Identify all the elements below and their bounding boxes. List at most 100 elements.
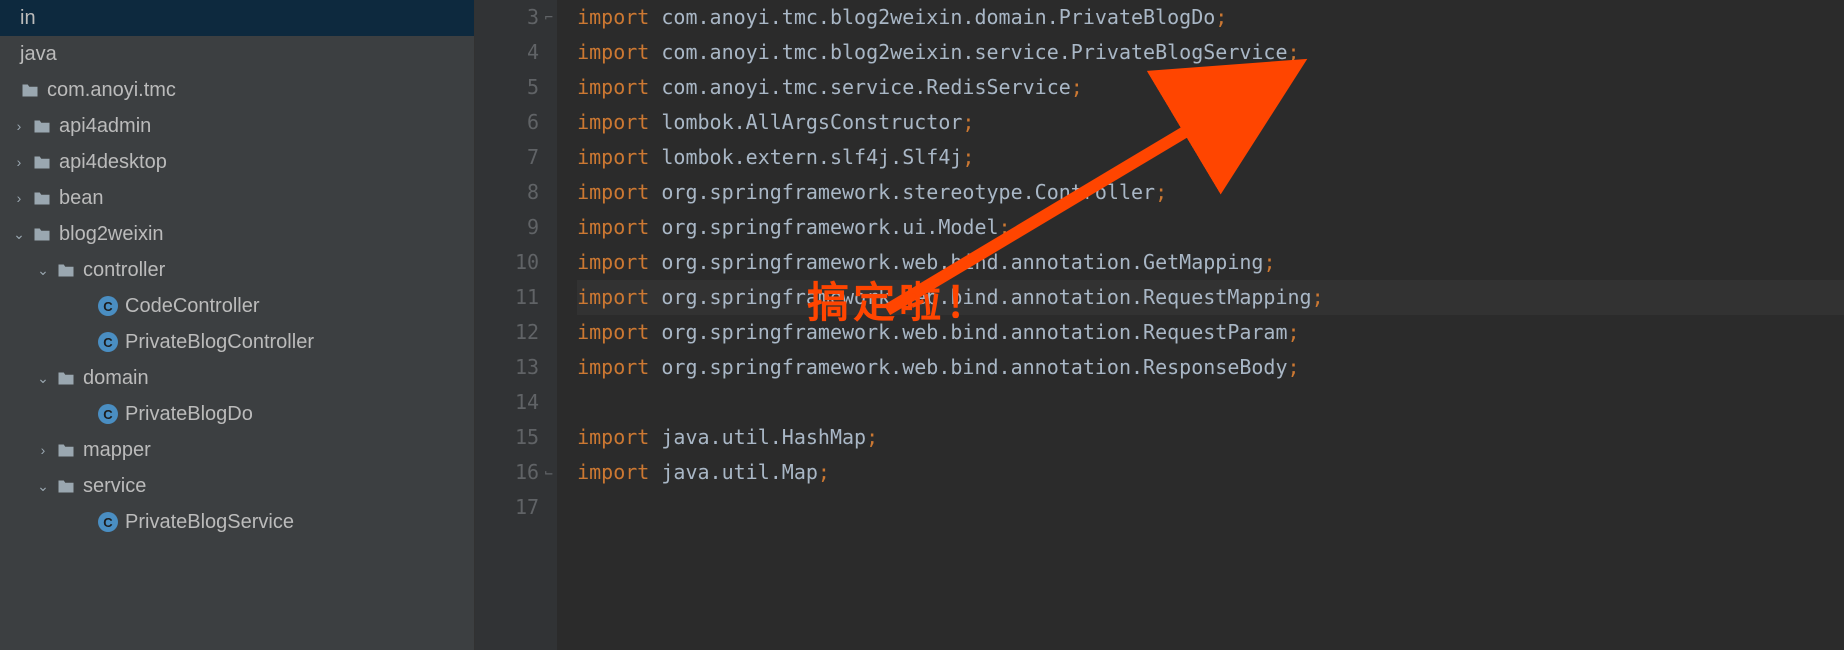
line-number: 11 [515,280,539,315]
code-editor[interactable]: 3⌐45678910111213141516⌙17 搞定啦！ import co… [475,0,1844,650]
folder-icon [56,368,76,388]
code-line[interactable]: import java.util.HashMap; [577,420,1844,455]
class-icon: C [98,404,118,424]
tree-item-label: blog2weixin [59,223,164,246]
import-path: org.springframework.ui.Model [649,215,998,239]
line-number: 12 [515,315,539,350]
folder-icon [56,260,76,280]
code-line[interactable]: import org.springframework.web.bind.anno… [577,315,1844,350]
tree-folder-item[interactable]: ⌄controller [0,252,474,288]
code-area[interactable]: 搞定啦！ import com.anoyi.tmc.blog2weixin.do… [557,0,1844,650]
line-number: 14 [515,385,539,420]
code-line[interactable]: import com.anoyi.tmc.blog2weixin.domain.… [577,0,1844,35]
code-line[interactable]: import org.springframework.web.bind.anno… [577,280,1844,315]
code-line[interactable]: import org.springframework.web.bind.anno… [577,350,1844,385]
tree-folder-item[interactable]: › api4desktop [0,144,474,180]
line-number: 13 [515,350,539,385]
semicolon: ; [1288,320,1300,344]
tree-item-label: api4desktop [59,151,167,174]
import-path: com.anoyi.tmc.blog2weixin.service.Privat… [649,40,1287,64]
tree-folder-item[interactable]: ⌄ blog2weixin [0,216,474,252]
line-number: 8 [515,175,539,210]
line-number: 16⌙ [515,455,539,490]
line-number: 10 [515,245,539,280]
semicolon: ; [999,215,1011,239]
code-line[interactable]: import org.springframework.ui.Model; [577,210,1844,245]
code-line[interactable]: import org.springframework.web.bind.anno… [577,245,1844,280]
semicolon: ; [1288,40,1300,64]
tree-class-item[interactable]: CCodeController [0,288,474,324]
tree-folder-item[interactable]: ⌄ domain [0,360,474,396]
tree-item-label: domain [83,367,149,390]
class-icon: C [98,332,118,352]
import-path: org.springframework.web.bind.annotation.… [649,320,1287,344]
semicolon: ; [1215,5,1227,29]
tree-item-label: PrivateBlogController [125,331,314,354]
semicolon: ; [1263,250,1275,274]
code-line[interactable]: import java.util.Map; [577,455,1844,490]
line-gutter: 3⌐45678910111213141516⌙17 [475,0,557,650]
tree-item-label: PrivateBlogDo [125,403,253,426]
keyword: import [577,250,649,274]
semicolon: ; [818,460,830,484]
line-number: 7 [515,140,539,175]
tree-arrow-icon[interactable]: ⌄ [36,262,50,279]
folder-icon [32,188,52,208]
tree-arrow-icon[interactable]: ⌄ [36,370,50,387]
tree-class-item[interactable]: CPrivateBlogService [0,504,474,540]
import-path: org.springframework.web.bind.annotation.… [649,285,1311,309]
tree-arrow-icon[interactable]: ⌄ [36,478,50,495]
tree-arrow-icon[interactable]: › [12,190,26,206]
tree-arrow-icon[interactable]: ⌄ [12,226,26,243]
semicolon: ; [866,425,878,449]
tree-folder-item[interactable]: ⌄ service [0,468,474,504]
tree-folder-item[interactable]: ›api4admin [0,108,474,144]
import-path: lombok.AllArgsConstructor [649,110,962,134]
folder-icon [32,116,52,136]
folder-icon [32,224,52,244]
keyword: import [577,320,649,344]
tree-item-label: mapper [83,439,151,462]
line-number: 15 [515,420,539,455]
keyword: import [577,285,649,309]
tree-item-label: service [83,475,146,498]
tree-folder-item[interactable]: java [0,36,474,72]
import-path: org.springframework.stereotype.Controlle… [649,180,1155,204]
tree-arrow-icon[interactable]: › [12,154,26,170]
import-path: com.anoyi.tmc.service.RedisService [649,75,1070,99]
code-line[interactable] [577,490,1844,525]
line-number: 4 [515,35,539,70]
folder-icon [56,476,76,496]
code-line[interactable]: import lombok.AllArgsConstructor; [577,105,1844,140]
keyword: import [577,355,649,379]
tree-item-label: com.anoyi.tmc [47,79,176,102]
fold-open-icon[interactable]: ⌐ [541,12,553,24]
project-tree[interactable]: injavacom.anoyi.tmc›api4admin›api4deskto… [0,0,475,650]
tree-folder-item[interactable]: ›bean [0,180,474,216]
semicolon: ; [1071,75,1083,99]
code-line[interactable] [577,385,1844,420]
keyword: import [577,75,649,99]
class-icon: C [98,296,118,316]
keyword: import [577,425,649,449]
tree-arrow-icon[interactable]: › [36,442,50,458]
import-path: org.springframework.web.bind.annotation.… [649,355,1287,379]
code-line[interactable]: import org.springframework.stereotype.Co… [577,175,1844,210]
folder-icon [20,80,40,100]
keyword: import [577,110,649,134]
folder-icon [32,152,52,172]
tree-folder-item[interactable]: com.anoyi.tmc [0,72,474,108]
tree-arrow-icon[interactable]: › [12,118,26,134]
fold-close-icon[interactable]: ⌙ [541,467,553,479]
tree-folder-item[interactable]: in [0,0,474,36]
code-line[interactable]: import com.anoyi.tmc.service.RedisServic… [577,70,1844,105]
tree-class-item[interactable]: C PrivateBlogController [0,324,474,360]
code-line[interactable]: import com.anoyi.tmc.blog2weixin.service… [577,35,1844,70]
line-number: 5 [515,70,539,105]
tree-class-item[interactable]: C PrivateBlogDo [0,396,474,432]
tree-item-label: in [20,7,36,30]
line-number: 6 [515,105,539,140]
code-line[interactable]: import lombok.extern.slf4j.Slf4j; [577,140,1844,175]
tree-folder-item[interactable]: › mapper [0,432,474,468]
folder-icon [56,440,76,460]
